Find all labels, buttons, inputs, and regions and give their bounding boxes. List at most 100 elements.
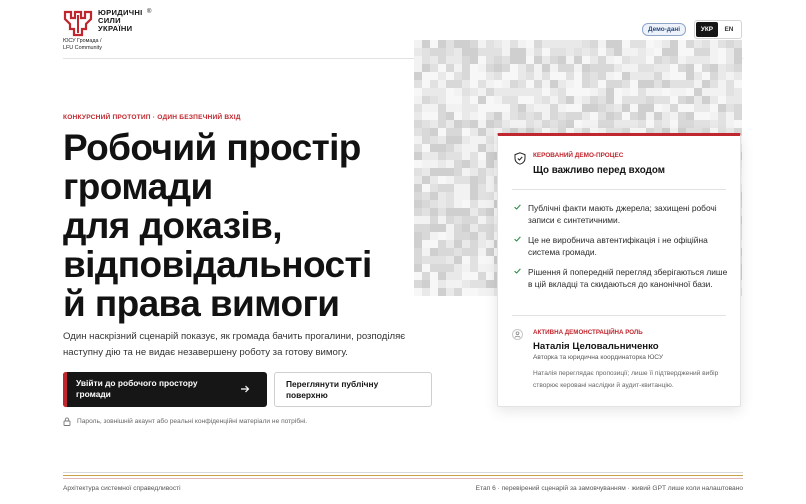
pattern-pixel [422,184,430,192]
lang-en-button[interactable]: EN [718,22,740,37]
pattern-pixel [734,80,742,88]
pattern-pixel [438,200,446,208]
pattern-pixel [526,72,534,80]
check-icon [514,204,521,210]
pattern-pixel [462,80,470,88]
pattern-pixel [654,104,662,112]
pattern-pixel [542,120,550,128]
pattern-pixel [438,264,446,272]
pattern-pixel [414,112,422,120]
pattern-pixel [454,104,462,112]
pattern-pixel [542,104,550,112]
pattern-pixel [454,272,462,280]
pattern-pixel [454,232,462,240]
subtitle-line: LFU Community [63,44,102,51]
pattern-pixel [678,72,686,80]
pattern-pixel [510,88,518,96]
pattern-pixel [430,272,438,280]
pattern-pixel [598,56,606,64]
pattern-pixel [414,232,422,240]
pattern-pixel [470,160,478,168]
pattern-pixel [446,80,454,88]
pattern-pixel [430,152,438,160]
pattern-pixel [422,256,430,264]
pattern-pixel [438,128,446,136]
pattern-pixel [654,56,662,64]
pattern-pixel [462,48,470,56]
pattern-pixel [494,64,502,72]
pattern-pixel [470,248,478,256]
pattern-pixel [470,152,478,160]
pattern-pixel [622,112,630,120]
pattern-pixel [478,272,486,280]
pattern-pixel [726,40,734,48]
pattern-pixel [438,176,446,184]
pattern-pixel [638,48,646,56]
pattern-pixel [542,72,550,80]
pattern-pixel [606,40,614,48]
pattern-pixel [534,64,542,72]
pattern-pixel [630,64,638,72]
trident-logo-icon [63,10,93,37]
pattern-pixel [454,56,462,64]
pattern-pixel [566,112,574,120]
pattern-pixel [478,208,486,216]
pattern-pixel [590,104,598,112]
pattern-pixel [542,48,550,56]
pattern-pixel [518,120,526,128]
pattern-pixel [502,72,510,80]
pattern-pixel [470,120,478,128]
pattern-pixel [574,72,582,80]
pattern-pixel [462,232,470,240]
pattern-pixel [486,80,494,88]
pattern-pixel [558,48,566,56]
enter-workspace-button[interactable]: Увійти до робочого простору громади [63,372,267,407]
pattern-pixel [438,96,446,104]
public-surface-button[interactable]: Переглянути публічну поверхню [274,372,432,407]
pattern-pixel [486,272,494,280]
pattern-pixel [654,120,662,128]
lang-ukr-button[interactable]: УКР [696,22,718,37]
pattern-pixel [478,128,486,136]
pattern-pixel [606,48,614,56]
pattern-pixel [526,40,534,48]
pattern-pixel [726,56,734,64]
pattern-pixel [422,200,430,208]
enter-workspace-label: Увійти до робочого простору громади [76,378,198,399]
pattern-pixel [598,96,606,104]
pattern-pixel [654,72,662,80]
pattern-pixel [710,56,718,64]
pattern-pixel [470,176,478,184]
pattern-pixel [518,96,526,104]
pattern-pixel [470,40,478,48]
pattern-pixel [470,128,478,136]
pattern-pixel [470,72,478,80]
pattern-pixel [462,152,470,160]
pattern-pixel [598,40,606,48]
pattern-pixel [734,56,742,64]
pattern-pixel [438,112,446,120]
pattern-pixel [462,88,470,96]
pattern-pixel [478,264,486,272]
pattern-pixel [558,64,566,72]
pattern-pixel [526,120,534,128]
pattern-pixel [430,240,438,248]
hero-title-line: й права вимоги [63,283,340,324]
pattern-pixel [454,264,462,272]
pattern-pixel [718,96,726,104]
pattern-pixel [478,88,486,96]
pattern-pixel [638,96,646,104]
pattern-pixel [438,272,446,280]
pattern-pixel [478,240,486,248]
pattern-pixel [430,248,438,256]
pattern-pixel [454,240,462,248]
pattern-pixel [438,248,446,256]
pattern-pixel [446,144,454,152]
check-list-item: Це не виробнича автентифікація і не офіц… [514,234,728,259]
pattern-pixel [614,80,622,88]
pattern-pixel [710,64,718,72]
logo[interactable]: ЮРИДИЧНІ СИЛИ УКРАЇНИ [63,8,143,37]
pattern-pixel [454,80,462,88]
pattern-pixel [670,72,678,80]
lock-icon [63,417,71,426]
